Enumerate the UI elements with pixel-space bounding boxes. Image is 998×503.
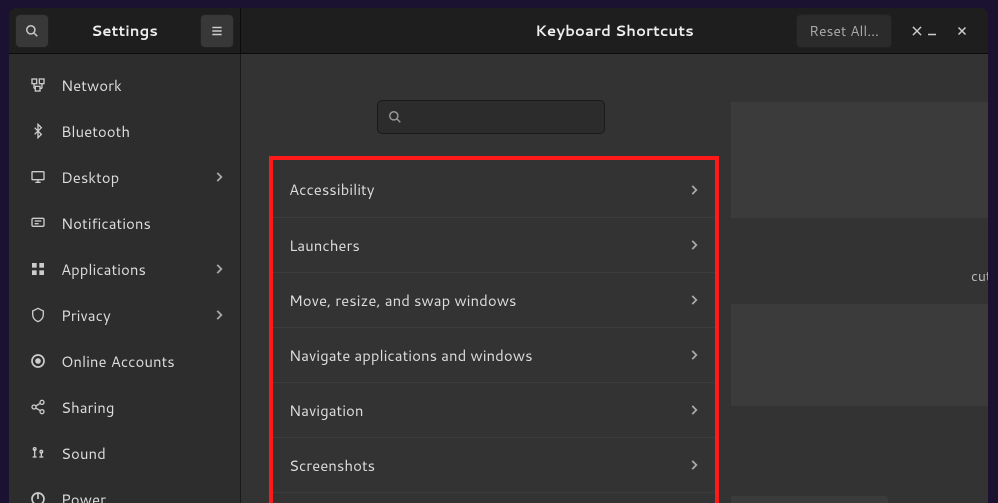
content-area: ⋮ cut. Layout default AccessibilityLaunc…	[241, 54, 988, 503]
sidebar-item-label: Notifications	[61, 213, 151, 234]
category-navigation[interactable]: Navigation	[273, 382, 715, 437]
sidebar-item-sharing[interactable]: Sharing	[9, 384, 240, 430]
sidebar-item-applications[interactable]: Applications	[9, 246, 240, 292]
category-move-resize-and-swap-windows[interactable]: Move, resize, and swap windows	[273, 272, 715, 327]
search-button[interactable]	[15, 14, 49, 48]
category-label: Navigation	[289, 400, 364, 421]
settings-title: Settings	[55, 8, 194, 54]
category-list: Accessibility Launchers Move, resize, and …	[269, 156, 719, 503]
category-label: Move, resize, and swap windows	[289, 290, 516, 311]
desktop-icon	[27, 169, 49, 185]
search-input[interactable]	[402, 107, 594, 127]
sidebar-item-sound[interactable]: Sound	[9, 430, 240, 476]
page-title: Keyboard Shortcuts	[535, 20, 693, 41]
sidebar-item-online-accounts[interactable]: Online Accounts	[9, 338, 240, 384]
reset-all-label: Reset All…	[809, 21, 879, 41]
sidebar: Network Bluetooth Desktop Notifications Appl…	[9, 54, 241, 503]
sidebar-item-notifications[interactable]: Notifications	[9, 200, 240, 246]
titlebar-left: Settings	[9, 8, 241, 53]
sidebar-item-privacy[interactable]: Privacy	[9, 292, 240, 338]
sharing-icon	[27, 399, 49, 415]
category-label: Accessibility	[289, 179, 375, 200]
category-accessibility[interactable]: Accessibility	[273, 162, 715, 217]
chevron-right-icon	[212, 170, 226, 184]
sidebar-item-network[interactable]: Network	[9, 62, 240, 108]
hamburger-icon	[210, 24, 224, 38]
settings-window: Settings Keyboard Shortcuts Reset All… N…	[9, 8, 988, 503]
sidebar-item-label: Network	[61, 75, 122, 96]
sound-icon	[27, 445, 49, 461]
category-launchers[interactable]: Launchers	[273, 217, 715, 272]
sidebar-item-label: Privacy	[61, 305, 111, 326]
chevron-right-icon	[212, 262, 226, 276]
privacy-icon	[27, 307, 49, 323]
chevron-right-icon	[687, 348, 701, 362]
chevron-right-icon	[687, 183, 701, 197]
sidebar-item-label: Power	[61, 489, 106, 503]
window-close-button[interactable]	[954, 23, 970, 39]
window-controls	[916, 23, 988, 39]
category-navigate-applications-and-windows[interactable]: Navigate applications and windows	[273, 327, 715, 382]
titlebar: Settings Keyboard Shortcuts Reset All…	[9, 8, 988, 54]
sidebar-item-power[interactable]: Power	[9, 476, 240, 503]
search-icon	[25, 24, 39, 38]
background-text-fragment: cut.	[971, 266, 988, 286]
category-label: Screenshots	[289, 455, 375, 476]
network-icon	[27, 77, 49, 93]
sidebar-item-label: Sharing	[61, 397, 114, 418]
sidebar-item-desktop[interactable]: Desktop	[9, 154, 240, 200]
online-accounts-icon	[27, 353, 49, 369]
bluetooth-icon	[27, 123, 49, 139]
applications-icon	[27, 261, 49, 277]
reset-all-button[interactable]: Reset All…	[796, 14, 892, 48]
minimize-icon	[926, 25, 938, 37]
search-wrap	[251, 54, 731, 152]
category-sound-and-media[interactable]: Sound and Media	[273, 492, 715, 503]
menu-button[interactable]	[200, 14, 234, 48]
chevron-right-icon	[212, 308, 226, 322]
power-icon	[27, 491, 49, 503]
sidebar-item-bluetooth[interactable]: Bluetooth	[9, 108, 240, 154]
chevron-right-icon	[687, 458, 701, 472]
category-label: Navigate applications and windows	[289, 345, 533, 366]
sidebar-item-label: Applications	[61, 259, 146, 280]
close-icon	[956, 25, 968, 37]
chevron-right-icon	[687, 403, 701, 417]
titlebar-center: Keyboard Shortcuts Reset All…	[241, 8, 988, 53]
layout-default-button[interactable]: Layout default	[718, 496, 888, 503]
sidebar-item-label: Bluetooth	[61, 121, 130, 142]
shortcuts-panel: Accessibility Launchers Move, resize, and …	[251, 54, 731, 503]
search-icon	[388, 110, 402, 124]
notifications-icon	[27, 215, 49, 231]
chevron-right-icon	[687, 238, 701, 252]
window-body: Network Bluetooth Desktop Notifications Appl…	[9, 54, 988, 503]
category-label: Launchers	[289, 235, 360, 256]
minimize-button[interactable]	[924, 23, 940, 39]
sidebar-item-label: Online Accounts	[61, 351, 175, 372]
search-box[interactable]	[377, 100, 605, 134]
sidebar-item-label: Sound	[61, 443, 106, 464]
chevron-right-icon	[687, 293, 701, 307]
category-screenshots[interactable]: Screenshots	[273, 437, 715, 492]
sidebar-item-label: Desktop	[61, 167, 119, 188]
